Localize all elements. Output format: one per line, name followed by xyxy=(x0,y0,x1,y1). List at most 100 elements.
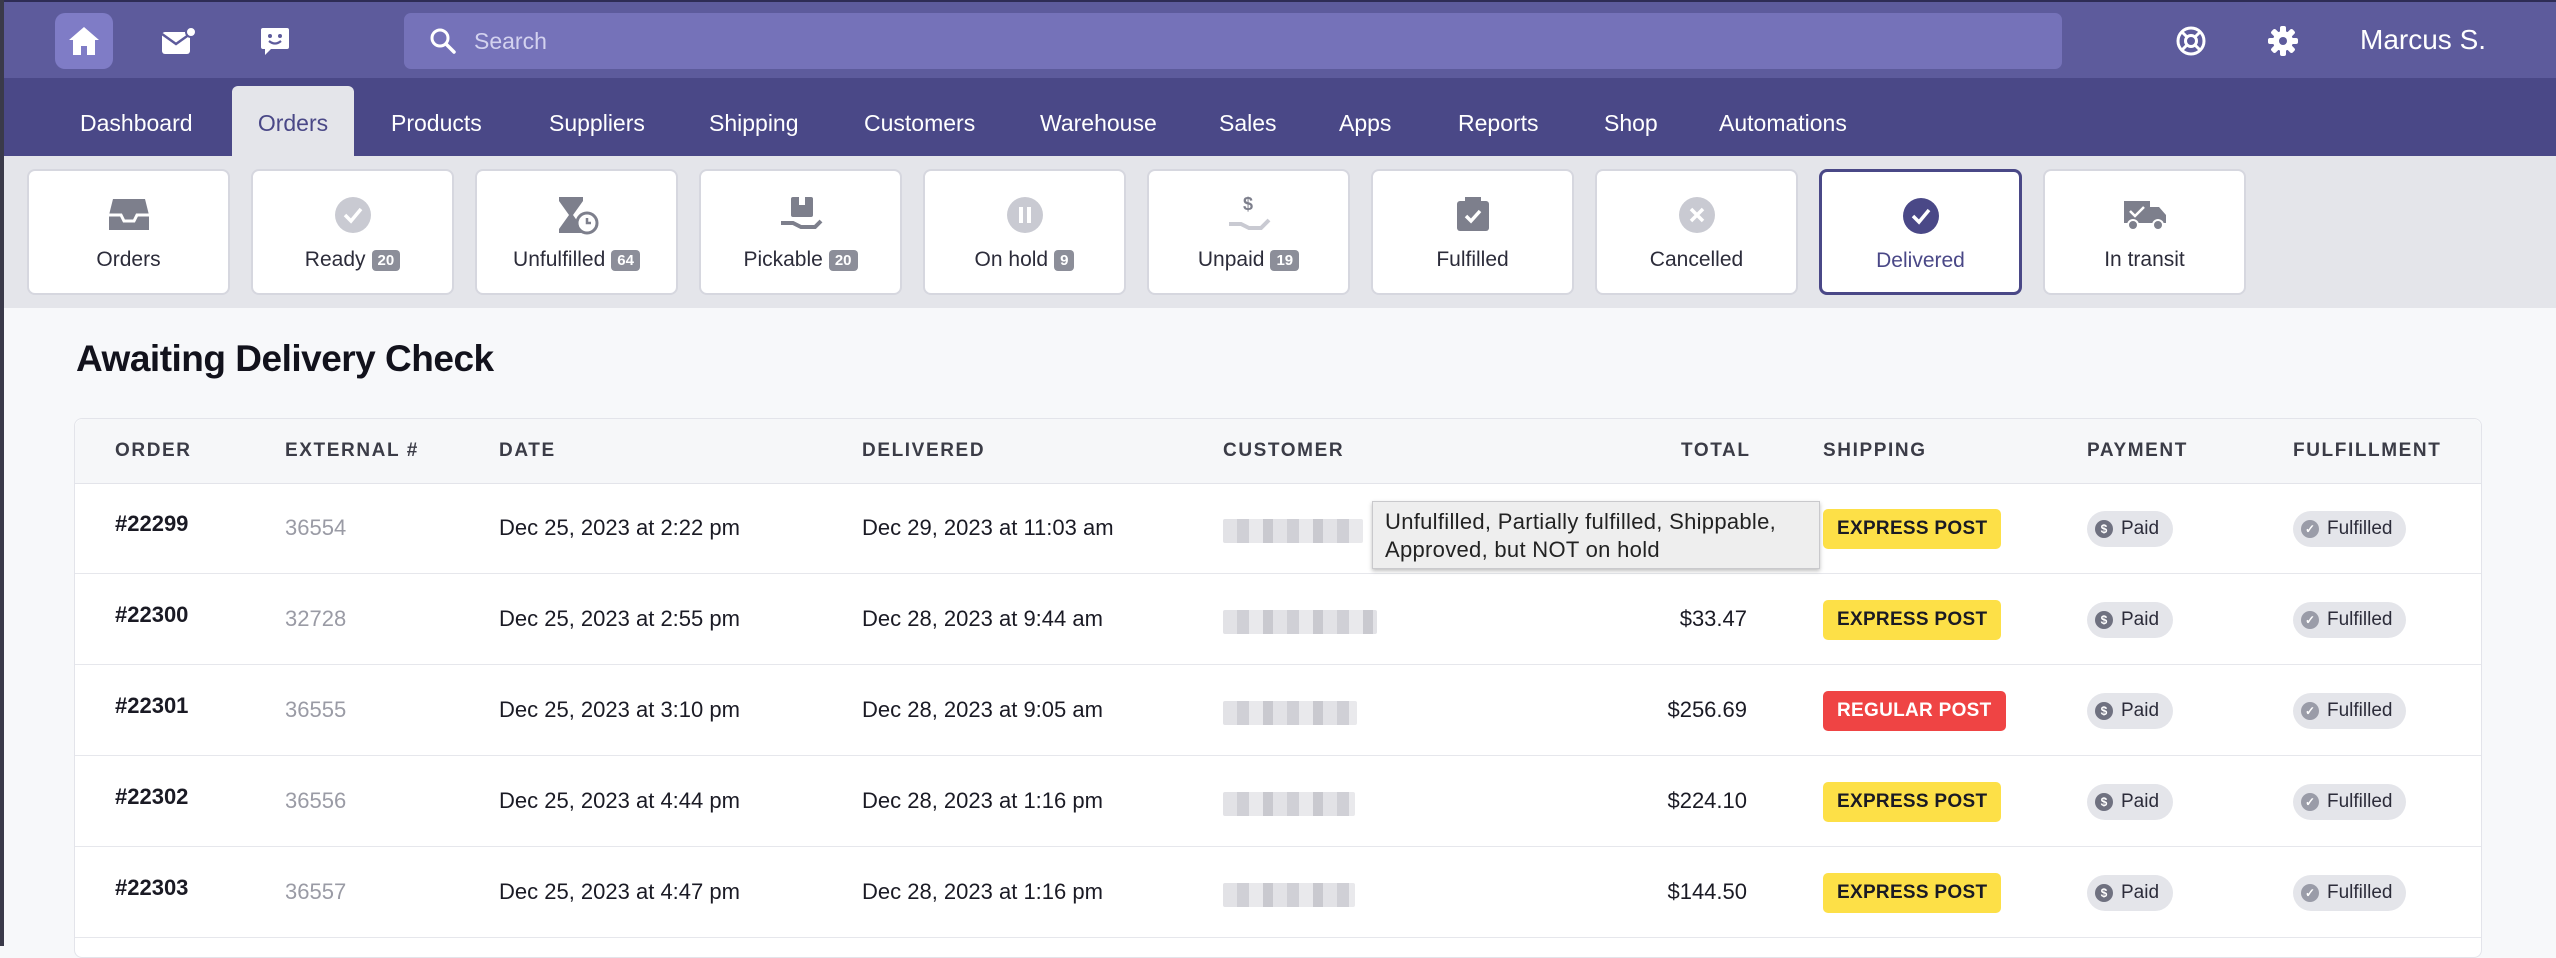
fulfillment-status: ✓ Fulfilled xyxy=(2293,511,2407,547)
tab-automations[interactable]: Automations xyxy=(1719,86,1847,156)
count-badge: 9 xyxy=(1054,249,1075,271)
delivered-date: Dec 28, 2023 at 9:05 am xyxy=(862,697,1103,722)
tab-orders[interactable]: Orders xyxy=(232,86,354,156)
tab-shop[interactable]: Shop xyxy=(1604,86,1658,156)
payment-label: Paid xyxy=(2121,609,2160,630)
dollar-hand-icon: $ xyxy=(1227,193,1271,237)
fulfillment-label: Fulfilled xyxy=(2327,791,2393,812)
tab-warehouse[interactable]: Warehouse xyxy=(1040,86,1157,156)
check-circle-icon xyxy=(333,193,373,237)
payment-label: Paid xyxy=(2121,791,2160,812)
search-input[interactable] xyxy=(472,26,1976,56)
col-order[interactable]: ORDER xyxy=(115,440,192,462)
filter-label: Cancelled xyxy=(1649,248,1744,271)
customer-name-redacted[interactable] xyxy=(1223,701,1357,725)
hourglass-clock-icon xyxy=(555,193,599,237)
dollar-icon: $ xyxy=(2095,702,2113,720)
customer-name-redacted[interactable] xyxy=(1223,610,1377,634)
check-icon: ✓ xyxy=(2301,520,2319,538)
filter-fulfilled[interactable]: Fulfilled xyxy=(1371,169,1574,295)
external-number: 32728 xyxy=(285,606,347,631)
chat-icon xyxy=(261,28,289,55)
check-icon: ✓ xyxy=(2301,884,2319,902)
messages-button[interactable] xyxy=(150,13,208,69)
pause-circle-icon xyxy=(1005,193,1045,237)
chat-button[interactable] xyxy=(246,13,304,69)
filter-in-transit[interactable]: In transit xyxy=(2043,169,2246,295)
customer-name-redacted[interactable] xyxy=(1223,792,1355,816)
fulfillment-label: Fulfilled xyxy=(2327,609,2393,630)
check-icon: ✓ xyxy=(2301,611,2319,629)
table-row[interactable]: #22301 36555 Dec 25, 2023 at 3:10 pm Dec… xyxy=(75,665,2481,756)
count-badge: 19 xyxy=(1270,249,1300,271)
filter-cancelled[interactable]: Cancelled xyxy=(1595,169,1798,295)
filter-delivered[interactable]: Delivered xyxy=(1819,169,2022,295)
order-number[interactable]: #22302 xyxy=(115,784,188,810)
dollar-icon: $ xyxy=(2095,793,2113,811)
filter-ready[interactable]: Ready 20 xyxy=(251,169,454,295)
table-row[interactable]: #22302 36556 Dec 25, 2023 at 4:44 pm Dec… xyxy=(75,756,2481,847)
filter-label: Unfulfilled xyxy=(513,248,606,271)
filter-orders[interactable]: Orders xyxy=(27,169,230,295)
fulfillment-label: Fulfilled xyxy=(2327,518,2393,539)
col-customer[interactable]: CUSTOMER xyxy=(1223,440,1344,462)
status-filter-bar: Orders Ready 20 Unfulfilled 64 Pickable 20 … xyxy=(4,156,2556,308)
help-button[interactable] xyxy=(2162,13,2220,69)
order-total: $144.50 xyxy=(1667,879,1747,904)
tab-customers[interactable]: Customers xyxy=(864,86,975,156)
col-delivered[interactable]: DELIVERED xyxy=(862,440,985,462)
page-title: Awaiting Delivery Check xyxy=(76,338,494,379)
truck-icon xyxy=(2122,193,2168,237)
order-date: Dec 25, 2023 at 2:55 pm xyxy=(499,606,740,631)
customer-name-redacted[interactable] xyxy=(1223,883,1355,907)
filter-on-hold[interactable]: On hold 9 xyxy=(923,169,1126,295)
payment-status: $ Paid xyxy=(2087,784,2174,820)
home-button[interactable] xyxy=(55,13,113,69)
tab-products[interactable]: Products xyxy=(391,86,482,156)
filter-unfulfilled[interactable]: Unfulfilled 64 xyxy=(475,169,678,295)
order-total: $33.47 xyxy=(1679,606,1747,631)
order-number[interactable]: #22300 xyxy=(115,602,188,628)
order-number[interactable]: #22301 xyxy=(115,693,188,719)
table-row[interactable]: #22300 32728 Dec 25, 2023 at 2:55 pm Dec… xyxy=(75,574,2481,665)
table-row[interactable]: #22299 36554 Dec 25, 2023 at 2:22 pm Dec… xyxy=(75,483,2481,574)
search-icon xyxy=(426,24,460,58)
col-external[interactable]: EXTERNAL # xyxy=(285,440,419,462)
col-date[interactable]: DATE xyxy=(499,440,556,462)
filter-label: Unpaid xyxy=(1197,248,1265,271)
tab-dashboard[interactable]: Dashboard xyxy=(80,86,193,156)
shipping-badge: EXPRESS POST xyxy=(1823,509,2002,549)
tab-reports[interactable]: Reports xyxy=(1458,86,1539,156)
delivered-date: Dec 28, 2023 at 1:16 pm xyxy=(862,879,1103,904)
customer-name-redacted[interactable] xyxy=(1223,519,1363,543)
table-row[interactable]: #22303 36557 Dec 25, 2023 at 4:47 pm Dec… xyxy=(75,847,2481,938)
check-icon: ✓ xyxy=(2301,702,2319,720)
col-payment[interactable]: PAYMENT xyxy=(2087,440,2188,462)
col-shipping[interactable]: SHIPPING xyxy=(1823,440,1927,462)
dollar-icon: $ xyxy=(2095,611,2113,629)
order-total: $224.10 xyxy=(1667,788,1747,813)
filter-label: Ready xyxy=(304,248,366,271)
filter-unpaid[interactable]: $ Unpaid 19 xyxy=(1147,169,1350,295)
external-number: 36556 xyxy=(285,788,347,813)
tooltip-line-1: Unfulfilled, Partially fulfilled, Shippa… xyxy=(1385,509,1777,534)
tab-shipping[interactable]: Shipping xyxy=(709,86,799,156)
filter-pickable[interactable]: Pickable 20 xyxy=(699,169,902,295)
search-bar[interactable] xyxy=(404,13,2062,69)
tab-suppliers[interactable]: Suppliers xyxy=(549,86,645,156)
order-date: Dec 25, 2023 at 4:47 pm xyxy=(499,879,740,904)
shipping-badge: EXPRESS POST xyxy=(1823,782,2002,822)
user-menu[interactable]: Marcus S. xyxy=(2360,24,2486,56)
box-check-icon xyxy=(1453,193,1493,237)
order-number[interactable]: #22303 xyxy=(115,875,188,901)
tab-apps[interactable]: Apps xyxy=(1339,86,1391,156)
filter-label: In transit xyxy=(2104,248,2185,271)
tab-sales[interactable]: Sales xyxy=(1219,86,1277,156)
check-circle-icon xyxy=(1901,194,1941,238)
external-number: 36554 xyxy=(285,515,347,540)
fulfillment-label: Fulfilled xyxy=(2327,882,2393,903)
order-number[interactable]: #22299 xyxy=(115,511,188,537)
col-total[interactable]: TOTAL xyxy=(1681,440,1751,462)
col-fulfillment[interactable]: FULFILLMENT xyxy=(2293,440,2441,462)
settings-button[interactable] xyxy=(2254,13,2312,69)
